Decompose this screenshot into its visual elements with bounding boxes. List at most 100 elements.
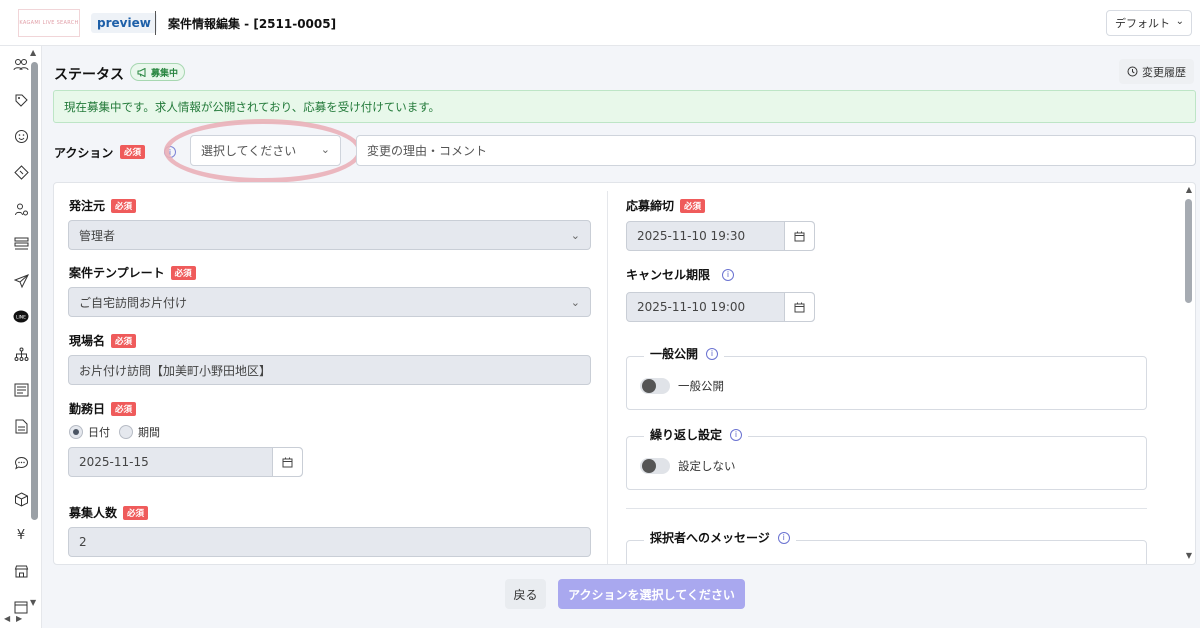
back-button[interactable]: 戻る: [505, 579, 546, 609]
action-label: アクション: [54, 146, 114, 160]
user-settings-icon[interactable]: [10, 198, 32, 220]
client-label-text: 発注元: [69, 199, 106, 213]
required-badge: 必須: [170, 265, 196, 280]
required-badge: 必須: [123, 505, 149, 520]
tag-icon[interactable]: [10, 89, 32, 111]
template-label: 案件テンプレート 必須: [69, 264, 196, 281]
ticket-icon[interactable]: [10, 161, 32, 183]
box-icon[interactable]: [10, 488, 32, 510]
smile-icon[interactable]: [10, 125, 32, 147]
scroll-up-icon[interactable]: ▲: [1186, 185, 1192, 194]
radio-date[interactable]: 日付: [69, 424, 110, 440]
cancel-input[interactable]: 2025-11-10 19:00: [626, 292, 815, 322]
site-label-text: 現場名: [69, 334, 106, 348]
toggle-switch[interactable]: [640, 458, 670, 474]
scroll-right-icon[interactable]: ▶: [16, 614, 22, 623]
required-badge: 必須: [680, 198, 706, 213]
required-badge: 必須: [111, 198, 137, 213]
cancel-label: キャンセル期限 i: [626, 266, 735, 283]
deadline-label: 応募締切 必須: [626, 197, 706, 214]
headcount-label-text: 募集人数: [69, 506, 118, 520]
scroll-left-icon[interactable]: ◀: [4, 614, 10, 623]
radio-period[interactable]: 期間: [119, 424, 160, 440]
deadline-label-text: 応募締切: [626, 199, 675, 213]
workday-value: 2025-11-15: [79, 455, 149, 469]
chevron-down-icon: ⌄: [320, 143, 330, 156]
document-icon[interactable]: [10, 415, 32, 437]
radio-button-checked: [69, 425, 83, 439]
megaphone-icon: [137, 67, 146, 77]
chevron-down-icon: ⌄: [570, 296, 580, 309]
status-badge: 募集中: [130, 63, 186, 81]
cancel-label-text: キャンセル期限: [626, 268, 711, 282]
submit-action-button[interactable]: アクションを選択してください: [558, 579, 745, 609]
yen-icon[interactable]: ¥: [10, 524, 32, 546]
scroll-down-icon[interactable]: ▼: [1186, 551, 1192, 560]
message-legend: 採択者へのメッセージ i: [644, 529, 796, 546]
required-badge: 必須: [111, 333, 137, 348]
info-icon[interactable]: i: [722, 268, 735, 281]
logo-text: KAGAMI LIVE SEARCH: [19, 20, 79, 26]
sidebar-scrollbar[interactable]: [31, 62, 38, 520]
public-legend: 一般公開 i: [644, 345, 725, 362]
line-icon[interactable]: LINE: [10, 306, 32, 328]
action-select[interactable]: 選択してください ⌄: [190, 135, 341, 166]
clock-icon: [1127, 66, 1138, 77]
toggle-switch[interactable]: [640, 378, 670, 394]
info-icon[interactable]: i: [777, 531, 790, 544]
headcount-label: 募集人数 必須: [69, 504, 149, 521]
history-button[interactable]: 変更履歴: [1119, 59, 1194, 84]
header-divider: [155, 11, 156, 35]
calendar-icon[interactable]: [784, 293, 814, 321]
client-select[interactable]: 管理者 ⌄: [68, 220, 591, 250]
site-label: 現場名 必須: [69, 332, 137, 349]
client-value: 管理者: [79, 228, 116, 243]
repeat-toggle-label: 設定しない: [678, 459, 736, 473]
workday-label-text: 勤務日: [69, 402, 106, 416]
column-divider: [607, 191, 608, 564]
list-icon[interactable]: [10, 233, 32, 255]
headcount-input[interactable]: 2: [68, 527, 591, 557]
public-legend-text: 一般公開: [650, 347, 699, 361]
radio-date-label: 日付: [88, 426, 110, 439]
calendar-icon[interactable]: [272, 448, 302, 476]
headcount-value: 2: [79, 535, 87, 549]
calendar-icon[interactable]: [784, 222, 814, 250]
org-chart-icon[interactable]: [10, 343, 32, 365]
chevron-down-icon: ⌄: [570, 229, 580, 242]
main-content: ステータス 募集中 変更履歴 現在募集中です。求人情報が公開されており、応募を受…: [42, 46, 1200, 628]
radio-button-unchecked: [119, 425, 133, 439]
store-icon[interactable]: [10, 560, 32, 582]
public-toggle[interactable]: 一般公開: [640, 378, 724, 394]
send-icon[interactable]: [10, 270, 32, 292]
chat-icon[interactable]: [10, 452, 32, 474]
site-input[interactable]: お片付け訪問【加美町小野田地区】: [68, 355, 591, 385]
view-select[interactable]: デフォルト ⌄: [1106, 10, 1192, 36]
sidebar: ▲ LINE ¥ ▼ ◀ ▶: [0, 46, 42, 628]
public-toggle-label: 一般公開: [678, 379, 724, 393]
toggle-knob: [642, 459, 656, 473]
comment-input[interactable]: 変更の理由・コメント: [356, 135, 1196, 166]
toggle-knob: [642, 379, 656, 393]
repeat-legend-text: 繰り返し設定: [650, 428, 723, 442]
info-icon[interactable]: i: [730, 428, 743, 441]
page-title: 案件情報編集 - [2511-0005]: [168, 17, 337, 31]
scroll-down-icon[interactable]: ▼: [30, 598, 36, 607]
repeat-toggle[interactable]: 設定しない: [640, 458, 736, 474]
info-icon[interactable]: i: [706, 347, 719, 360]
panel-scrollbar[interactable]: [1185, 199, 1192, 303]
history-button-label: 変更履歴: [1142, 65, 1186, 79]
template-value: ご自宅訪問お片付け: [79, 295, 188, 310]
workday-date-input[interactable]: 2025-11-15: [68, 447, 303, 477]
view-select-value: デフォルト: [1115, 17, 1170, 30]
action-select-placeholder: 選択してください: [201, 144, 297, 158]
chevron-down-icon: ⌄: [1175, 16, 1184, 27]
deadline-input[interactable]: 2025-11-10 19:30: [626, 221, 815, 251]
form-panel: 発注元 必須 管理者 ⌄ 案件テンプレート 必須 ご自宅訪問お片付け ⌄ 現場名…: [53, 182, 1196, 565]
status-heading: ステータス: [54, 67, 124, 83]
users-icon[interactable]: [10, 54, 32, 76]
app-logo[interactable]: KAGAMI LIVE SEARCH: [18, 9, 80, 37]
info-icon[interactable]: i: [164, 146, 176, 158]
template-select[interactable]: ご自宅訪問お片付け ⌄: [68, 287, 591, 317]
news-icon[interactable]: [10, 379, 32, 401]
